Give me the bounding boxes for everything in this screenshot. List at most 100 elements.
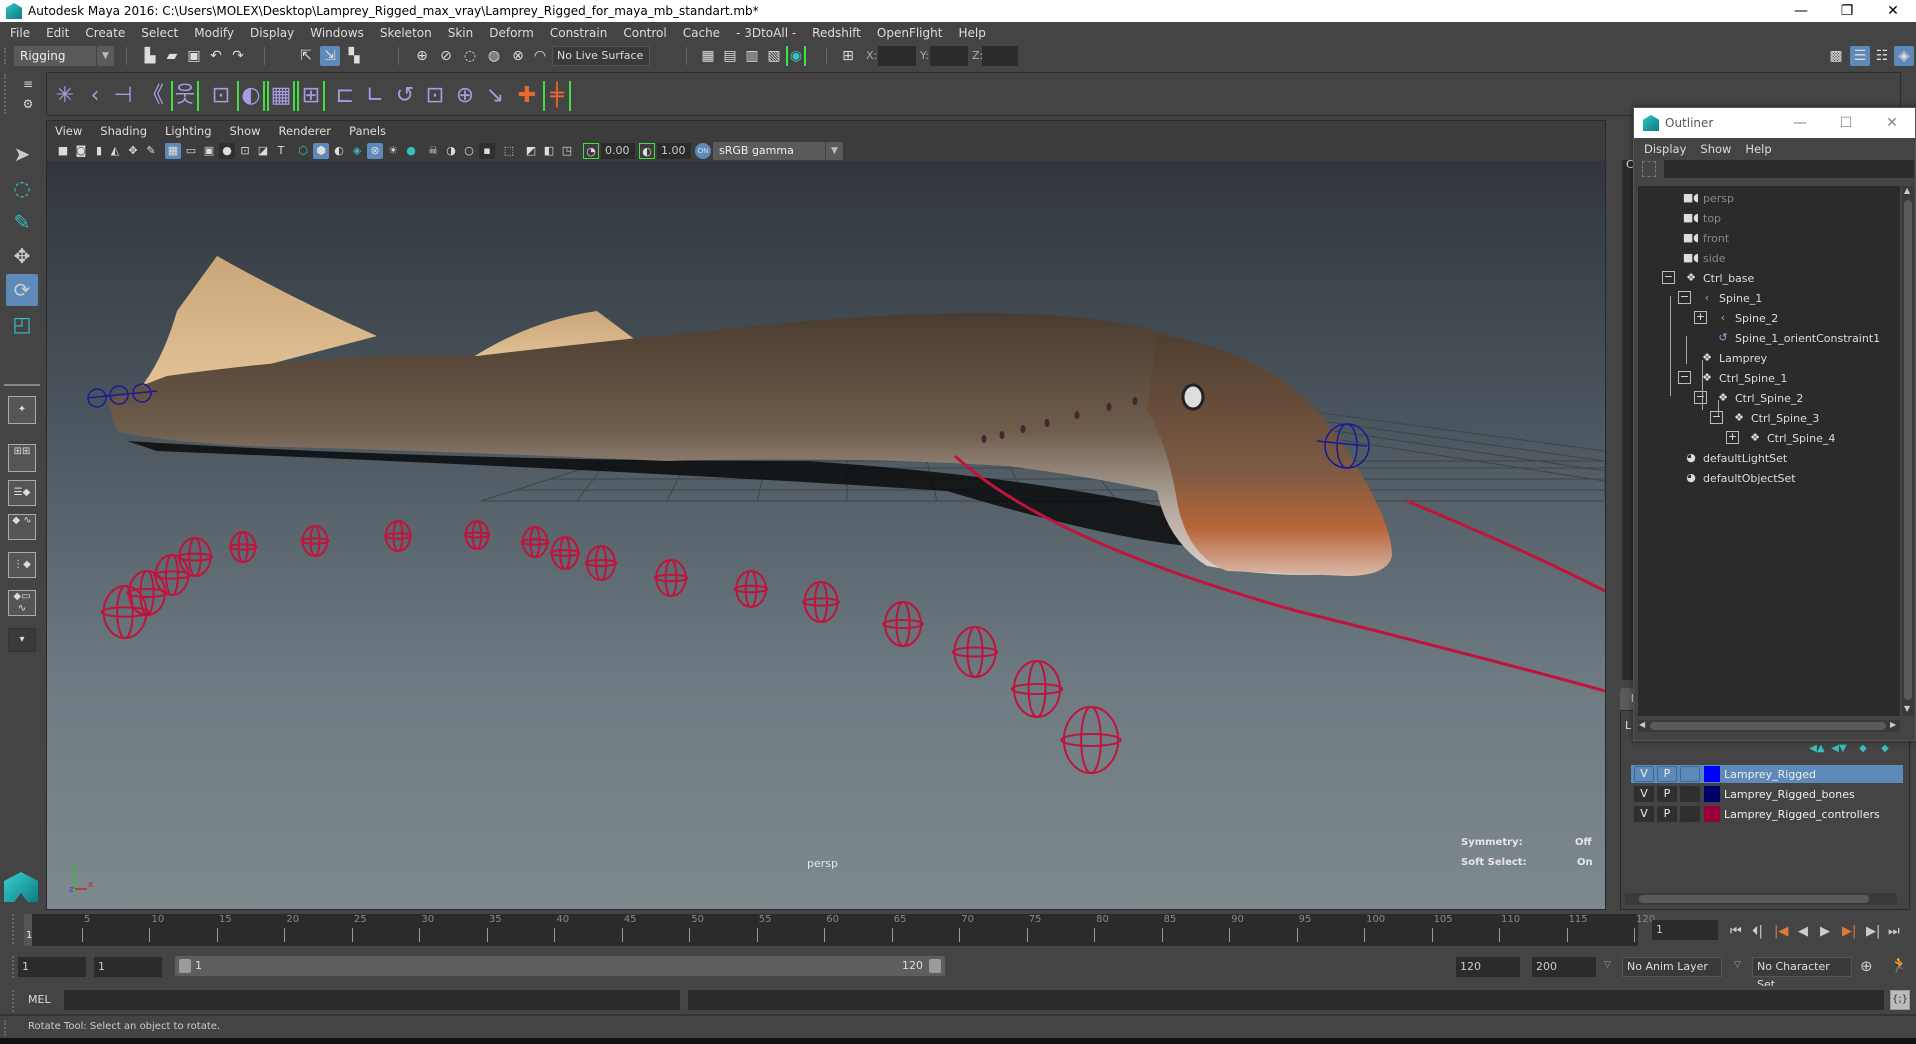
layer-display-type-toggle[interactable] (1680, 806, 1700, 822)
modeling-toolkit-icon[interactable]: ▩ (1826, 46, 1846, 66)
new-scene-icon[interactable]: ▙ (140, 46, 160, 66)
point-constraint-icon[interactable]: ∟ (361, 81, 389, 111)
spine-controller-sphere[interactable] (882, 601, 924, 647)
spine-controller-sphere[interactable] (1010, 660, 1064, 718)
go-to-end-icon[interactable]: ⏭ (1888, 924, 1900, 939)
default-material-icon[interactable]: ◐ (331, 143, 347, 159)
menu-windows[interactable]: Windows (310, 26, 364, 40)
resolution-gate-icon[interactable]: ▣ (201, 143, 217, 159)
animation-start-field[interactable]: 1 (18, 957, 86, 977)
menu-constrain[interactable]: Constrain (550, 26, 608, 40)
spine-controller-sphere[interactable] (228, 531, 258, 563)
restore-button[interactable]: ❐ (1824, 0, 1870, 22)
step-forward-frame-icon[interactable]: ▶| (1866, 924, 1880, 939)
isolate-select-icon[interactable]: ⬚ (501, 143, 517, 159)
wireframe-on-shaded-icon[interactable]: ◈ (349, 143, 365, 159)
ik-spline-handle-icon[interactable]: 《 (139, 81, 167, 111)
menu-openflight[interactable]: OpenFlight (877, 26, 943, 40)
motion-blur-icon[interactable]: ◑ (443, 143, 459, 159)
close-button[interactable]: ✕ (1870, 0, 1916, 22)
outliner-menu-show[interactable]: Show (1700, 142, 1731, 156)
layer-display-type-toggle[interactable] (1680, 786, 1700, 802)
lattice-icon[interactable]: ◐ (237, 81, 265, 111)
scroll-left-icon[interactable]: ◀ (1639, 720, 1645, 729)
insert-joint-icon[interactable]: ‹ (81, 81, 109, 111)
outliner-node-ctrl-spine-4[interactable]: ❖ Ctrl_Spine_4 (1746, 428, 1835, 448)
layer-row[interactable]: V P Lamprey_Rigged_controllers (1631, 805, 1903, 823)
shelf-grip[interactable] (4, 74, 8, 114)
xray-joints-icon[interactable]: ◳ (559, 143, 575, 159)
attribute-editor-icon[interactable]: ☰ (1850, 46, 1870, 66)
color-management-toggle-icon[interactable]: ON (695, 143, 711, 159)
xray-active-components-icon[interactable]: ◧ (541, 143, 557, 159)
step-back-key-icon[interactable]: |◀ (1774, 924, 1788, 939)
safe-action-icon[interactable]: ◪ (255, 143, 271, 159)
step-forward-key-icon[interactable]: ▶| (1842, 924, 1856, 939)
shadows-icon[interactable]: ● (403, 143, 419, 159)
current-frame-field[interactable]: 1 (1652, 920, 1718, 940)
scrollbar-thumb[interactable] (1904, 200, 1912, 700)
layer-playback-toggle[interactable]: P (1657, 786, 1677, 802)
outliner-search-field[interactable] (1664, 160, 1914, 178)
grid-icon[interactable]: ▦ (165, 143, 181, 159)
outliner-close-button[interactable]: ✕ (1869, 108, 1915, 138)
smooth-shade-icon[interactable]: ⬢ (313, 143, 329, 159)
play-backwards-icon[interactable]: ◀ (1798, 924, 1808, 939)
layer-row[interactable]: V P Lamprey_Rigged_bones (1631, 785, 1903, 803)
shelf-settings-icon[interactable]: ⚙ (18, 94, 38, 114)
depth-of-field-icon[interactable]: ▪ (479, 143, 495, 159)
select-by-hierarchy-icon[interactable]: ⇱ (296, 46, 316, 66)
outliner-node-spine-2[interactable]: ‹ Spine_2 (1714, 308, 1778, 328)
character-set-dropdown[interactable]: No Character Set (1752, 957, 1852, 991)
move-layer-up-icon[interactable]: ◀▲ (1807, 739, 1827, 759)
bookmarks-icon[interactable]: ▮ (91, 143, 107, 159)
go-to-start-icon[interactable]: ⏮ (1730, 924, 1742, 939)
collapse-icon[interactable]: − (1662, 271, 1675, 284)
spine-controller-sphere[interactable] (1060, 706, 1122, 774)
minimize-button[interactable]: — (1778, 0, 1824, 22)
anim-layer-dropdown[interactable]: No Anim Layer (1622, 957, 1722, 977)
select-tool-icon[interactable]: ➤ (6, 138, 38, 170)
range-start-handle[interactable] (179, 959, 191, 973)
scrollbar-thumb[interactable] (1639, 895, 1869, 903)
tool-settings-icon[interactable]: ☷ (1872, 46, 1892, 66)
scroll-right-icon[interactable]: ▶ (1890, 720, 1896, 729)
cluster-icon[interactable]: ▦ (267, 81, 295, 111)
menu-file[interactable]: File (10, 26, 30, 40)
outliner-node-lamprey[interactable]: ❖ Lamprey (1698, 348, 1767, 368)
live-surface-field[interactable]: No Live Surface (552, 46, 650, 66)
animation-preferences-icon[interactable]: 🏃 (1890, 956, 1909, 974)
make-live-icon[interactable]: ⊗ (508, 46, 528, 66)
command-language-toggle[interactable]: MEL (28, 993, 51, 1006)
camera-attributes-icon[interactable]: ◙ (73, 143, 89, 159)
menu-skin[interactable]: Skin (448, 26, 474, 40)
gate-mask-icon[interactable]: ● (219, 143, 235, 159)
wireframe-icon[interactable]: ⬡ (295, 143, 311, 159)
hypershade-icon[interactable]: ◉ (786, 46, 806, 66)
outliner-node-top[interactable]: ■◖ top (1682, 208, 1721, 228)
exposure-icon[interactable]: ◔ (583, 143, 599, 159)
safe-title-icon[interactable]: T (273, 143, 289, 159)
bind-skin-icon[interactable]: ⊡ (207, 81, 235, 111)
persp-graph-outliner-layout-button[interactable]: ◆▭ ∿ (8, 590, 36, 616)
parent-constraint-icon[interactable]: ⊏ (331, 81, 359, 111)
menu-select[interactable]: Select (141, 26, 178, 40)
viewport-menu-renderer[interactable]: Renderer (279, 124, 332, 138)
spine-controller-sphere[interactable] (176, 537, 214, 577)
persp-viewport[interactable]: y x z Symmetry: Off Soft Select: On pers… (47, 161, 1605, 909)
playback-start-field[interactable]: 1 (94, 957, 162, 977)
scale-constraint-icon[interactable]: ⊡ (421, 81, 449, 111)
menu-display[interactable]: Display (250, 26, 294, 40)
aim-constraint-icon[interactable]: ⊕ (451, 81, 479, 111)
open-scene-icon[interactable]: ▰ (162, 46, 182, 66)
spine-controller-sphere[interactable] (951, 626, 999, 678)
spine-controller-sphere[interactable] (733, 570, 769, 608)
collapse-icon[interactable]: − (1710, 411, 1723, 424)
paint-selection-tool-icon[interactable]: ✎ (6, 206, 38, 238)
render-view-icon[interactable]: ▧ (764, 46, 784, 66)
ik-handle-icon[interactable]: ⊣ (109, 81, 137, 111)
menu-help[interactable]: Help (958, 26, 985, 40)
shelf-menu-icon[interactable]: ≡ (18, 74, 38, 94)
persp-graph-layout-button[interactable]: ◆ ∿ (8, 514, 36, 540)
create-layer-from-selected-icon[interactable]: ◆ (1875, 739, 1895, 759)
